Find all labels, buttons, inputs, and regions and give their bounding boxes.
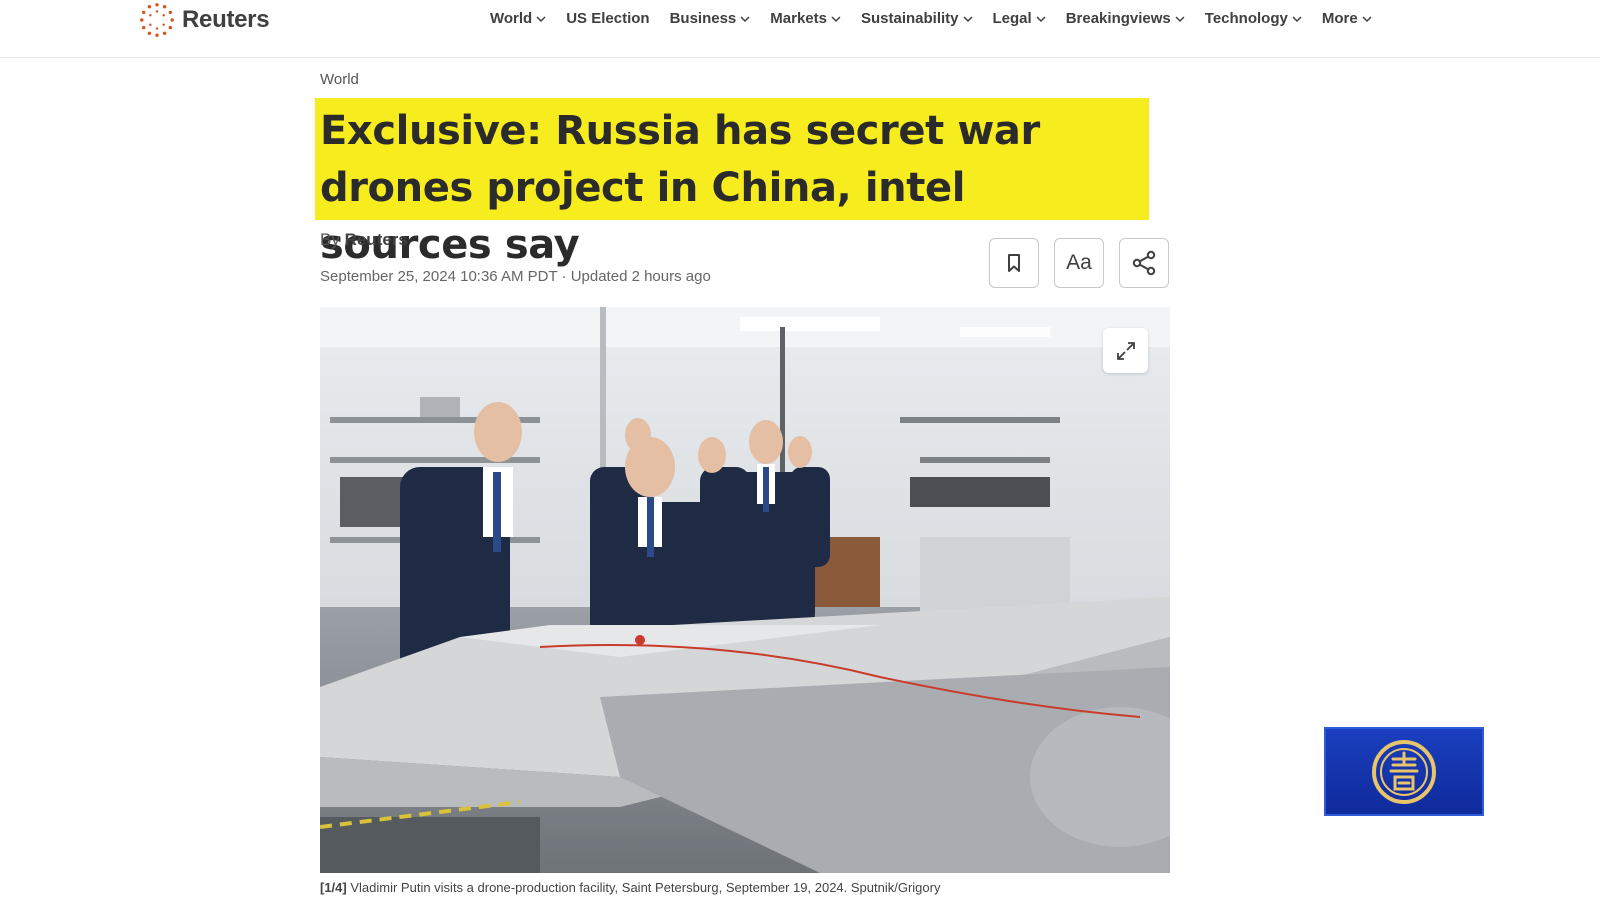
share-button[interactable] — [1119, 238, 1169, 288]
photo-caption: [1/4] Vladimir Putin visits a drone-prod… — [320, 880, 940, 895]
chevron-down-icon — [962, 15, 973, 22]
chevron-down-icon — [1362, 15, 1372, 22]
caption-text: Vladimir Putin visits a drone-production… — [350, 880, 941, 895]
chevron-down-icon — [536, 15, 546, 22]
caption-index: [1/4] — [320, 880, 347, 895]
nav-legal[interactable]: Legal — [993, 10, 1046, 27]
font-size-button[interactable]: Aa — [1054, 238, 1104, 288]
nav-label: More — [1321, 10, 1358, 27]
bookmark-icon — [1008, 254, 1020, 272]
nav-more[interactable]: More — [1322, 10, 1372, 27]
chevron-down-icon — [1175, 15, 1185, 22]
bookmark-button[interactable] — [989, 238, 1039, 288]
nav-label: Technology — [1204, 10, 1288, 27]
chevron-down-icon — [740, 15, 750, 22]
nav-label: US Election — [566, 10, 650, 27]
nav-technology[interactable]: Technology — [1205, 10, 1302, 27]
article-photo[interactable] — [320, 307, 1170, 873]
nav-us-election[interactable]: US Election — [566, 10, 649, 27]
dateline: September 25, 2024 10:36 AM PDT · Update… — [320, 268, 711, 285]
nav-label: Business — [669, 10, 737, 27]
nav-world[interactable]: World — [490, 10, 546, 27]
channel-emblem-icon — [1372, 739, 1436, 804]
drone-factory-image — [320, 307, 1170, 873]
expand-image-button[interactable] — [1103, 328, 1148, 373]
nav-breakingviews[interactable]: Breakingviews — [1066, 10, 1185, 27]
share-icon — [1132, 250, 1156, 276]
reuters-logo[interactable]: Reuters — [138, 0, 270, 40]
section-link[interactable]: World — [320, 71, 359, 88]
nav-business[interactable]: Business — [670, 10, 751, 27]
chevron-down-icon — [1036, 15, 1046, 22]
chevron-down-icon — [1292, 15, 1302, 22]
font-size-label: Aa — [1066, 251, 1092, 274]
byline: By Reuters — [320, 230, 408, 250]
expand-icon — [1116, 341, 1135, 360]
channel-logo — [1324, 727, 1484, 816]
chevron-down-icon — [831, 15, 841, 22]
logo-wordmark: Reuters — [182, 6, 270, 33]
byline-prefix: By — [320, 230, 340, 249]
site-header: Reuters World US Election Business Marke… — [0, 0, 1600, 58]
nav-label: Breakingviews — [1065, 10, 1171, 27]
author-link[interactable]: Reuters — [345, 230, 408, 249]
nav-markets[interactable]: Markets — [770, 10, 841, 27]
nav-label: World — [490, 10, 533, 27]
nav-label: Legal — [992, 10, 1032, 27]
main-nav: World US Election Business Markets Susta… — [490, 10, 1372, 27]
nav-label: Sustainability — [860, 10, 959, 27]
reuters-dots-icon — [140, 3, 174, 37]
nav-sustainability[interactable]: Sustainability — [861, 10, 973, 27]
nav-label: Markets — [770, 10, 827, 27]
